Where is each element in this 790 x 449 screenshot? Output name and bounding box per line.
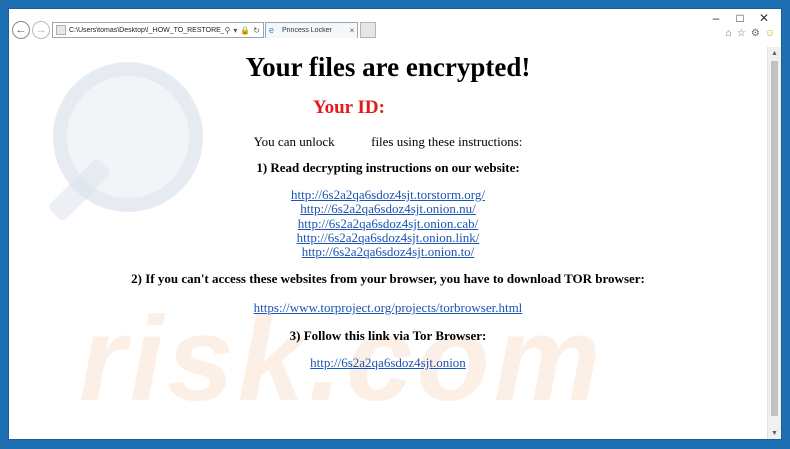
star-icon[interactable]: ☆ xyxy=(737,28,746,39)
your-id-label: Your ID: xyxy=(313,97,385,118)
close-icon[interactable]: ✕ xyxy=(753,11,775,25)
unlock-text-right: files using these instructions: xyxy=(371,134,523,149)
browser-window: – □ ✕ ← → C:\Users\tomas\Desktop\!_HOW_T… xyxy=(8,8,782,440)
step1-heading: 1) Read decrypting instructions on our w… xyxy=(256,160,520,175)
minimize-icon[interactable]: – xyxy=(705,11,727,25)
tor-download-link[interactable]: https://www.torproject.org/projects/torb… xyxy=(254,300,523,315)
tab-princess-locker[interactable]: e Princess Locker × xyxy=(265,22,358,38)
window-controls: – □ ✕ xyxy=(705,11,775,25)
new-tab-button[interactable] xyxy=(360,22,376,38)
step2-heading: 2) If you can't access these websites fr… xyxy=(131,271,645,286)
unlock-text-left: You can unlock xyxy=(253,134,335,149)
step1-link[interactable]: http://6s2a2qa6sdoz4sjt.onion.cab/ xyxy=(298,216,479,231)
tab-close-icon[interactable]: × xyxy=(347,26,357,35)
address-bar[interactable]: C:\Users\tomas\Desktop\!_HOW_TO_RESTORE_… xyxy=(52,22,264,38)
step1-link[interactable]: http://6s2a2qa6sdoz4sjt.torstorm.org/ xyxy=(291,187,485,202)
vertical-scrollbar[interactable]: ▲ ▼ xyxy=(767,47,781,439)
page-viewport: risk.com Your files are encrypted! Your … xyxy=(9,47,767,439)
onion-link[interactable]: http://6s2a2qa6sdoz4sjt.onion xyxy=(310,355,466,370)
back-arrow-icon[interactable]: ← xyxy=(12,21,30,39)
gear-icon[interactable]: ⚙ xyxy=(751,28,760,39)
home-icon[interactable]: ⌂ xyxy=(726,28,732,39)
browser-tools: ⌂ ☆ ⚙ ☺ xyxy=(726,28,775,39)
maximize-icon[interactable]: □ xyxy=(729,11,751,25)
file-icon xyxy=(56,25,66,35)
ie-logo-icon: e xyxy=(269,25,275,35)
step3-heading: 3) Follow this link via Tor Browser: xyxy=(289,328,487,343)
unlock-instructions: You can unlock files using these instruc… xyxy=(9,134,767,150)
step1-link[interactable]: http://6s2a2qa6sdoz4sjt.onion.to/ xyxy=(302,244,475,259)
scroll-thumb[interactable] xyxy=(771,61,778,416)
refresh-icon[interactable]: ↻ xyxy=(253,26,260,35)
lock-icon: 🔒 xyxy=(240,25,251,35)
step1-link-list: http://6s2a2qa6sdoz4sjt.torstorm.org/ ht… xyxy=(9,187,767,259)
scroll-up-icon[interactable]: ▲ xyxy=(768,47,781,59)
address-url[interactable]: C:\Users\tomas\Desktop\!_HOW_TO_RESTORE_… xyxy=(69,27,224,34)
forward-arrow-icon[interactable]: → xyxy=(32,21,50,39)
page-title: Your files are encrypted! xyxy=(245,52,531,82)
step1-link[interactable]: http://6s2a2qa6sdoz4sjt.onion.link/ xyxy=(297,230,480,245)
scroll-down-icon[interactable]: ▼ xyxy=(768,427,781,439)
smiley-icon[interactable]: ☺ xyxy=(765,28,775,39)
browser-toolbar: – □ ✕ ← → C:\Users\tomas\Desktop\!_HOW_T… xyxy=(9,9,781,47)
chevron-down-icon[interactable]: ▾ xyxy=(233,26,237,35)
step1-link[interactable]: http://6s2a2qa6sdoz4sjt.onion.nu/ xyxy=(300,201,476,216)
tab-title: Princess Locker xyxy=(282,27,332,34)
search-icon[interactable]: ⚲ xyxy=(224,26,230,35)
